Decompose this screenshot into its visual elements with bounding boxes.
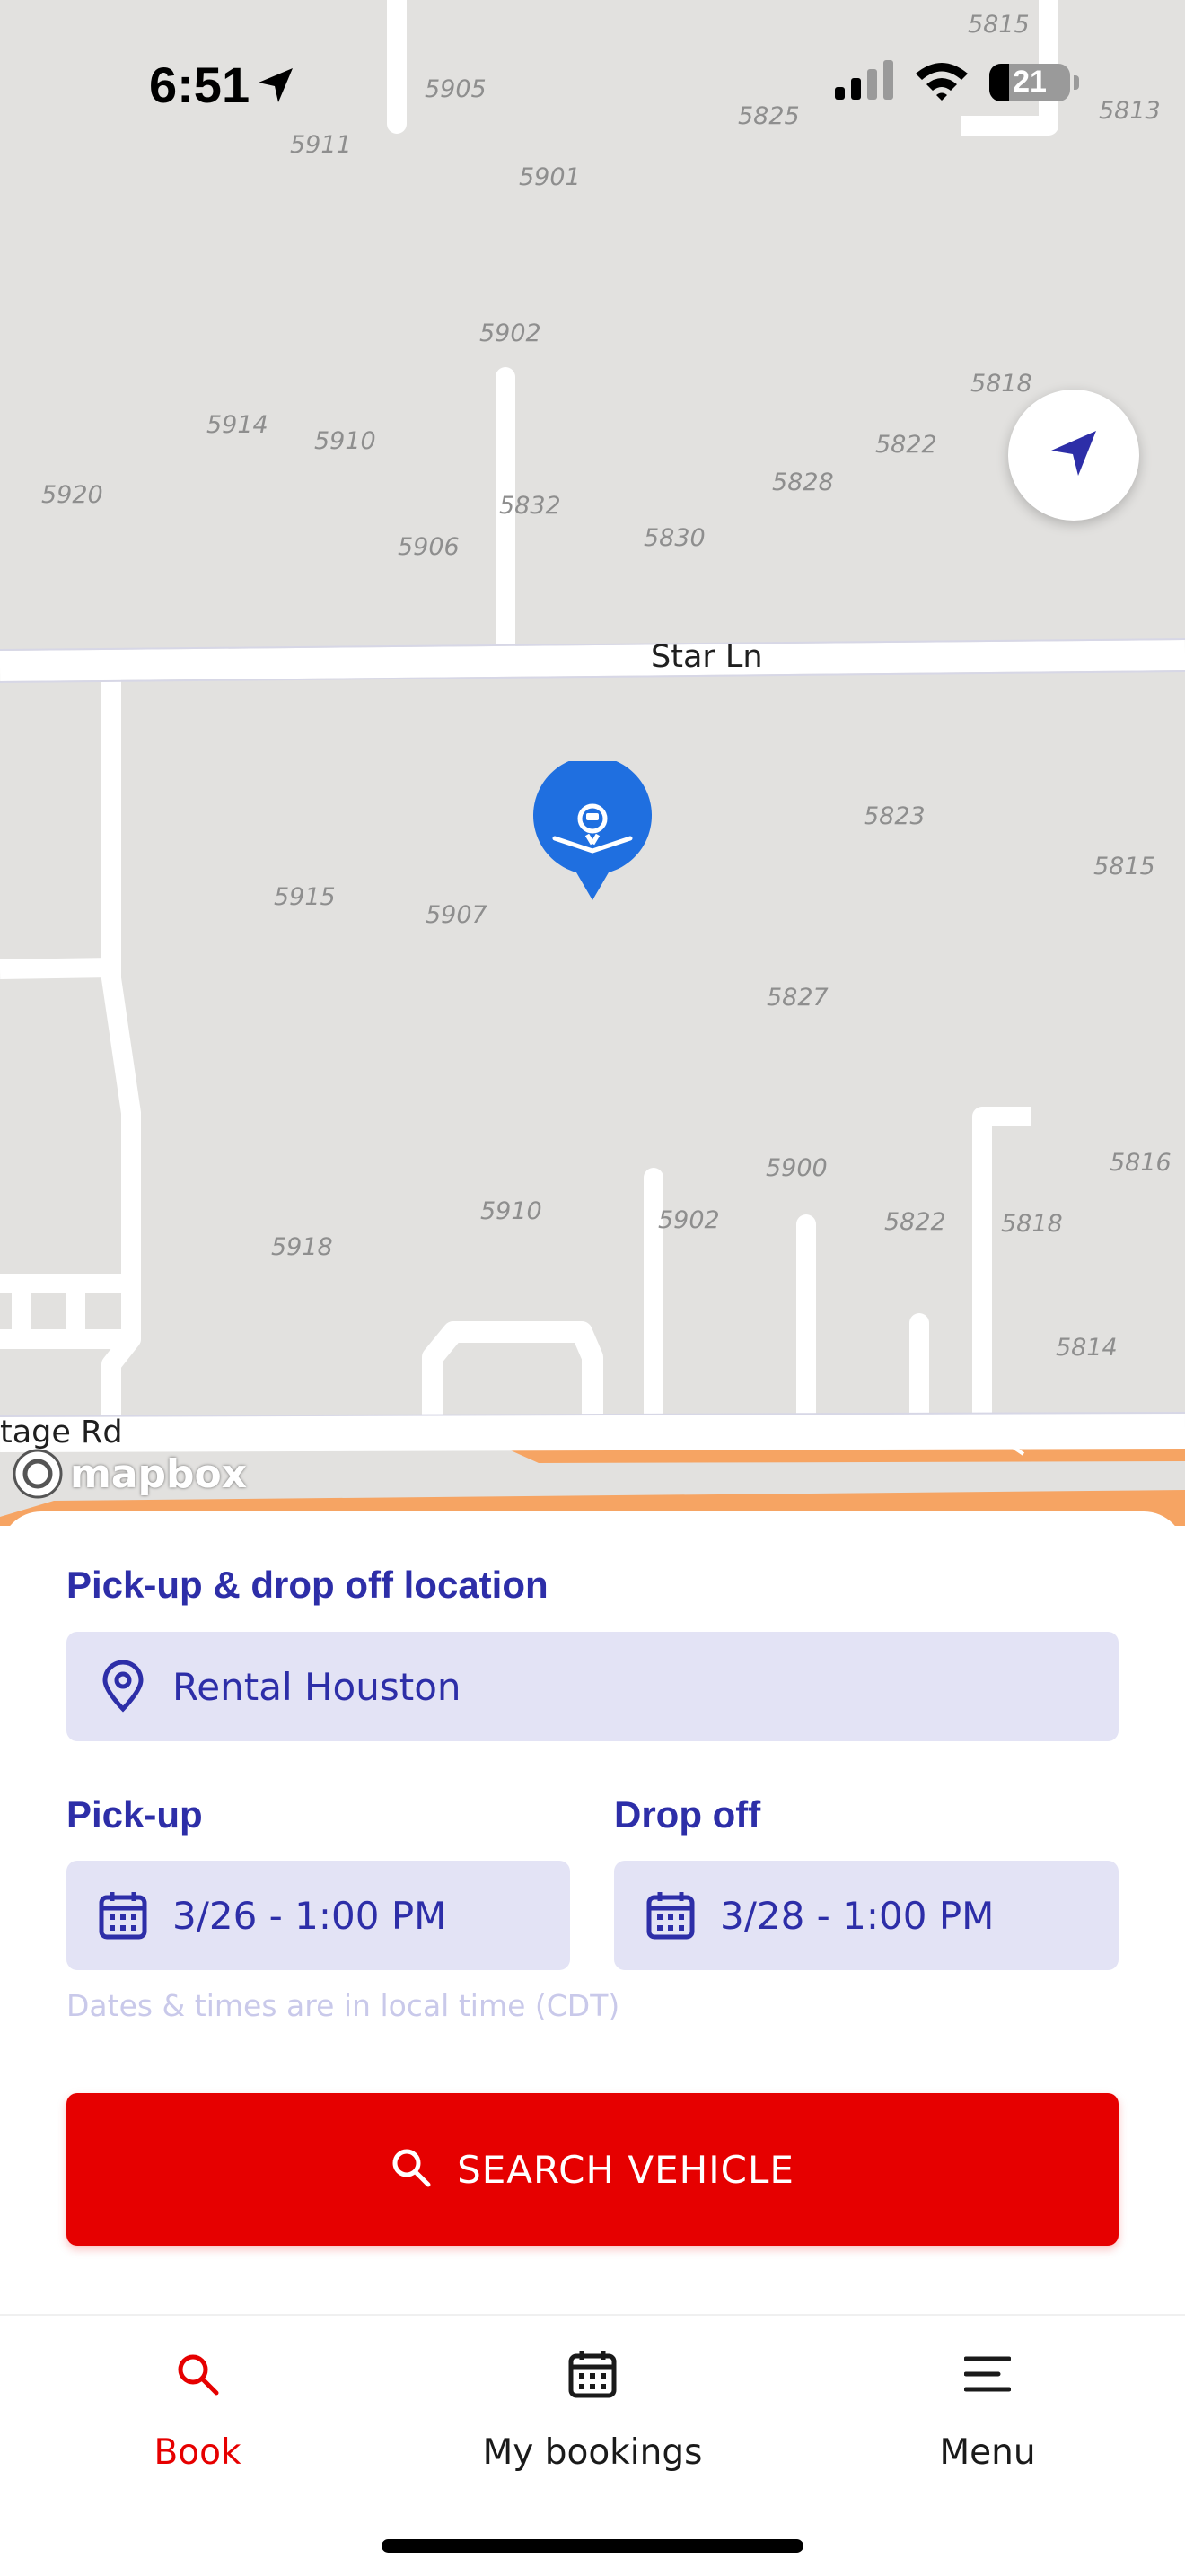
- menu-icon: [964, 2343, 1011, 2405]
- address-label: 5818: [970, 370, 1032, 398]
- address-label: 5823: [864, 802, 926, 830]
- wifi-icon: [914, 59, 970, 105]
- address-label: 5816: [1110, 1149, 1172, 1177]
- search-icon: [391, 2147, 432, 2193]
- address-label: 5907: [426, 901, 487, 929]
- address-label: 5900: [766, 1154, 828, 1182]
- map-pin-icon: [95, 1659, 151, 1714]
- calendar-icon: [95, 1888, 151, 1943]
- dropoff-date-value: 3/28 - 1:00 PM: [720, 1893, 995, 1938]
- address-label: 5914: [206, 411, 268, 439]
- address-label: 5827: [767, 984, 829, 1012]
- tab-bar: Book My bookings Menu: [0, 2314, 1185, 2576]
- home-indicator[interactable]: [382, 2539, 803, 2553]
- calendar-icon: [567, 2343, 618, 2405]
- address-label: 5920: [41, 481, 103, 509]
- dropoff-label: Drop off: [614, 1793, 761, 1836]
- address-label: 5830: [644, 524, 706, 552]
- cellular-signal-icon: [835, 60, 894, 104]
- address-label: 5832: [499, 492, 561, 520]
- address-label: 5906: [398, 533, 460, 561]
- navigation-arrow-icon: [1046, 425, 1102, 486]
- street-label-star-ln: Star Ln: [651, 639, 763, 675]
- address-label: 5910: [480, 1197, 542, 1225]
- locate-me-button[interactable]: [1008, 390, 1139, 521]
- address-label: 5902: [479, 320, 541, 347]
- pickup-label: Pick-up: [66, 1793, 203, 1836]
- address-label: 5815: [1093, 853, 1155, 881]
- battery-level: 21: [1013, 65, 1047, 99]
- location-arrow-icon: [255, 65, 296, 110]
- address-label: 5822: [875, 431, 937, 459]
- address-label: 5902: [658, 1206, 720, 1234]
- location-field[interactable]: Rental Houston: [66, 1632, 1119, 1741]
- tab-book-label: Book: [154, 2432, 241, 2473]
- address-label: 5822: [884, 1208, 946, 1236]
- dropoff-date-field[interactable]: 3/28 - 1:00 PM: [614, 1861, 1119, 1970]
- address-label: 5910: [314, 427, 376, 455]
- search-vehicle-label: SEARCH VEHICLE: [457, 2147, 794, 2192]
- map-view[interactable]: 5815 5905 5825 5813 5911 5901 5902 5818 …: [0, 0, 1185, 1526]
- address-label: 5918: [271, 1233, 333, 1261]
- location-label: Pick-up & drop off location: [66, 1564, 549, 1606]
- address-label: 5828: [772, 469, 834, 496]
- tab-book[interactable]: Book: [63, 2343, 332, 2473]
- status-bar: 6:51 21: [0, 0, 1185, 171]
- address-label: 5915: [274, 883, 336, 911]
- tab-menu-label: Menu: [939, 2432, 1036, 2473]
- calendar-icon: [643, 1888, 698, 1943]
- street-label-frontage-rd: tage Rd: [0, 1415, 123, 1450]
- pickup-date-field[interactable]: 3/26 - 1:00 PM: [66, 1861, 570, 1970]
- search-vehicle-button[interactable]: SEARCH VEHICLE: [66, 2093, 1119, 2246]
- timezone-note: Dates & times are in local time (CDT): [66, 1988, 620, 2023]
- tab-my-bookings[interactable]: My bookings: [458, 2343, 727, 2473]
- pickup-date-value: 3/26 - 1:00 PM: [172, 1893, 447, 1938]
- address-label: 5818: [1001, 1210, 1063, 1238]
- mapbox-wordmark: mapbox: [70, 1450, 248, 1497]
- battery-icon: 21: [989, 63, 1079, 101]
- tab-my-bookings-label: My bookings: [482, 2432, 703, 2473]
- tab-menu[interactable]: Menu: [853, 2343, 1122, 2473]
- search-icon: [175, 2343, 220, 2405]
- status-time: 6:51: [149, 57, 250, 113]
- mapbox-icon: [13, 1449, 63, 1499]
- address-label: 5814: [1056, 1334, 1118, 1362]
- location-value: Rental Houston: [172, 1664, 461, 1709]
- car-rental-pin-icon[interactable]: [530, 756, 655, 909]
- mapbox-logo: mapbox: [11, 1447, 247, 1501]
